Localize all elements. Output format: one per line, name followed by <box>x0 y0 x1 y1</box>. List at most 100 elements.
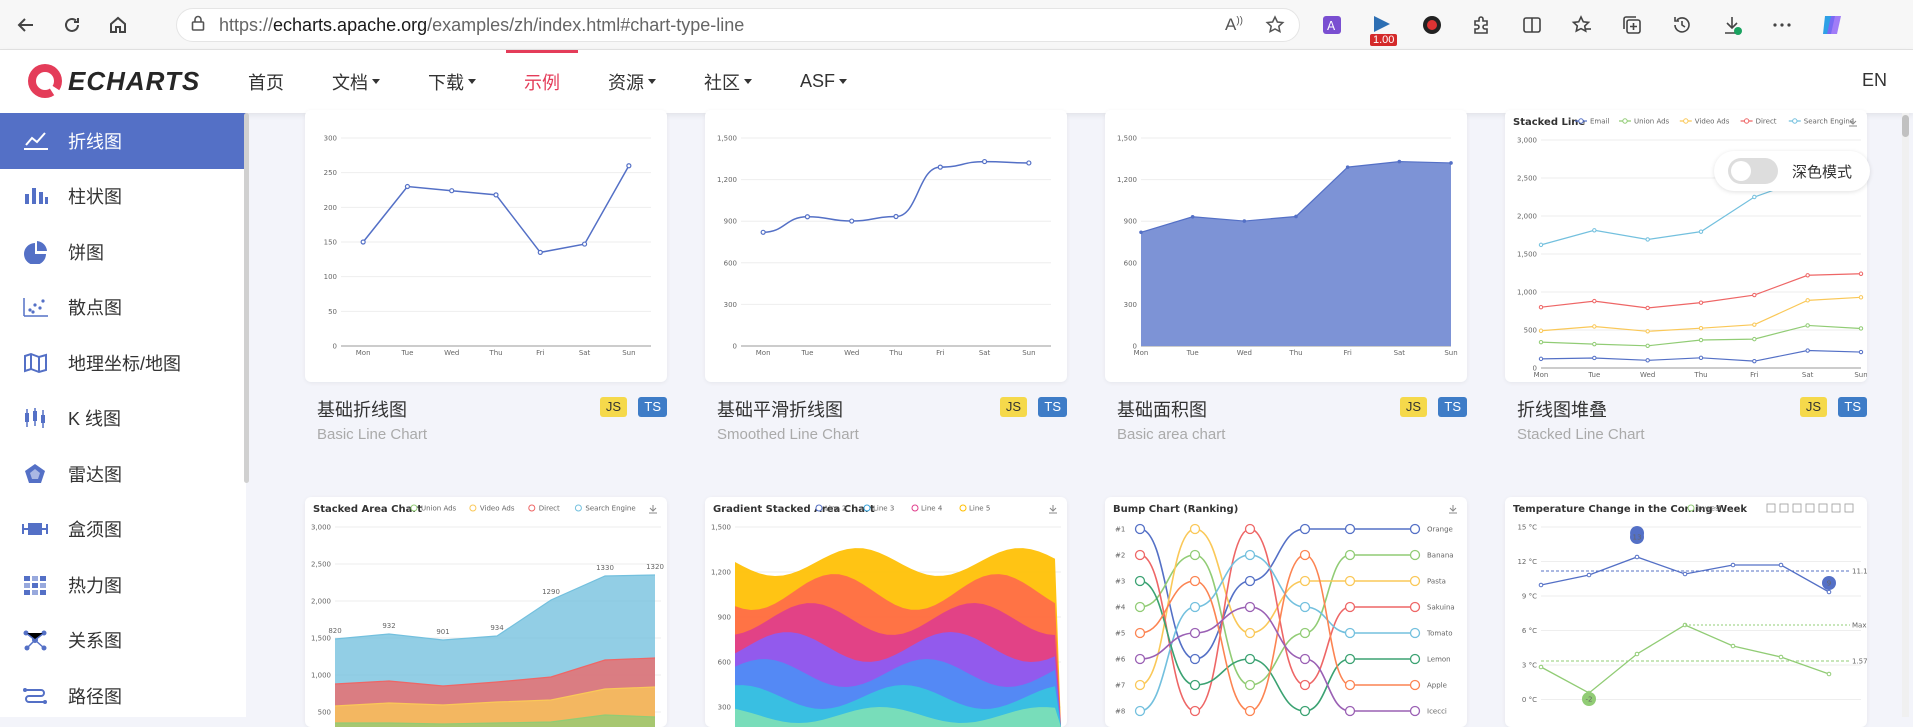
y-tick-label: 0 <box>333 343 337 351</box>
copilot-icon[interactable] <box>1816 8 1848 42</box>
data-label: 934 <box>490 624 504 632</box>
bump-point <box>1344 627 1356 639</box>
chart-card-smooth-line[interactable]: 1,500 1,200 900 600 300 0 Mon Tue Wed Thu Fri Sat Su… <box>705 110 1067 382</box>
chart-card-basic-area[interactable]: 1,500 1,200 900 600 300 0 Mon Tue Wed Thu Fri Sat Su… <box>1105 110 1467 382</box>
back-icon[interactable] <box>6 5 46 45</box>
downloads-icon[interactable] <box>1716 8 1748 42</box>
card-title[interactable]: 折线图堆叠 <box>1517 396 1607 422</box>
sidebar-item-3[interactable]: 散点图 <box>0 280 246 336</box>
address-bar[interactable]: https://echarts.apache.org/examples/zh/i… <box>176 8 1300 42</box>
sidebar-item-7[interactable]: 盒须图 <box>0 502 246 558</box>
translate-extension-icon[interactable]: A <box>1316 8 1348 42</box>
menu-item-2[interactable]: 下载 <box>410 50 494 113</box>
legend-marker <box>574 504 582 512</box>
video-speed-extension-icon[interactable]: 1.00 <box>1366 8 1398 46</box>
sidebar-item-label: 热力图 <box>68 575 122 596</box>
ts-tag[interactable]: TS <box>1438 397 1467 417</box>
data-point <box>1752 292 1757 298</box>
ts-tag[interactable]: TS <box>1038 397 1067 417</box>
sidebar-item-label: K 线图 <box>68 409 122 430</box>
bump-point <box>1134 653 1146 665</box>
sidebar-item-4[interactable]: 地理坐标/地图 <box>0 335 246 391</box>
history-icon[interactable] <box>1666 8 1698 42</box>
menu-item-4[interactable]: 资源 <box>590 50 674 113</box>
chart-title: Gradient Stacked Area Chart <box>713 504 875 515</box>
sidebar-scrollbar[interactable] <box>244 113 249 483</box>
x-tick-label: Tue <box>1587 371 1600 379</box>
chart-card-basic-line[interactable]: 300 250 200 150 100 50 0 Mon Tue Wed Thu Fri Sat Sun <box>305 110 667 382</box>
bump-point <box>1189 627 1201 639</box>
data-point <box>1586 572 1592 578</box>
favorites-icon[interactable] <box>1566 8 1598 42</box>
js-tag[interactable]: JS <box>1399 397 1427 417</box>
data-label: 1290 <box>542 588 560 596</box>
collections-icon[interactable] <box>1616 8 1648 42</box>
average-label: 1.57 <box>1852 658 1867 666</box>
echarts-logo[interactable]: ECHARTS <box>26 62 200 100</box>
js-tag[interactable]: JS <box>999 397 1027 417</box>
y-tick-label: 2,500 <box>311 561 331 569</box>
card-title[interactable]: 基础折线图 <box>317 396 407 422</box>
bump-end-label: Sakuina <box>1427 604 1455 612</box>
data-point <box>1449 161 1453 165</box>
x-tick-label: Sun <box>622 349 635 357</box>
x-tick-label: Mon <box>1534 371 1549 379</box>
sidebar-item-9[interactable]: 关系图 <box>0 613 246 669</box>
page-scrollbar[interactable] <box>1902 113 1909 717</box>
dark-mode-toggle[interactable]: 深色模式 <box>1714 151 1870 191</box>
sidebar-item-1[interactable]: 柱状图 <box>0 169 246 225</box>
data-point <box>1139 230 1143 235</box>
bump-point <box>1344 601 1356 613</box>
data-point <box>1592 228 1597 233</box>
extensions-puzzle-icon[interactable] <box>1466 8 1498 42</box>
bump-point <box>1244 549 1256 561</box>
data-point <box>1858 349 1864 355</box>
ts-tag[interactable]: TS <box>1838 397 1867 417</box>
menu-item-0[interactable]: 首页 <box>230 50 302 113</box>
home-icon[interactable] <box>98 5 138 45</box>
caret-down-icon <box>839 79 848 84</box>
data-point <box>537 249 543 255</box>
caret-down-icon <box>372 79 380 84</box>
graph-icon <box>22 627 52 653</box>
record-extension-icon[interactable] <box>1416 8 1448 42</box>
url-text: https://echarts.apache.org/examples/zh/i… <box>219 14 745 35</box>
chart-card-bump[interactable]: Bump Chart (Ranking) #1 #2 #3 #4 #5 #6 #7 #8 Oran… <box>1105 497 1467 727</box>
data-point <box>1345 165 1350 169</box>
sidebar-item-2[interactable]: 饼图 <box>0 224 246 280</box>
menu-item-5[interactable]: 社区 <box>686 50 770 113</box>
js-tag[interactable]: JS <box>1799 397 1827 417</box>
dark-mode-switch[interactable] <box>1728 158 1778 184</box>
chart-card-stacked-area[interactable]: Stacked Area Chart Union Ads Video Ads Dire… <box>305 497 667 727</box>
sidebar-item-6[interactable]: 雷达图 <box>0 446 246 502</box>
x-tick-label: Thu <box>1288 349 1302 357</box>
sidebar-item-0[interactable]: 折线图 <box>0 113 246 169</box>
more-menu-icon[interactable] <box>1766 8 1798 42</box>
caret-down-icon <box>648 79 656 84</box>
card-title[interactable]: 基础面积图 <box>1117 396 1207 422</box>
chart-card-temperature[interactable]: Temperature Change in the Coming Week Low… <box>1505 497 1867 727</box>
split-screen-icon[interactable] <box>1516 8 1548 42</box>
bump-point <box>1134 627 1146 639</box>
ts-tag[interactable]: TS <box>638 397 667 417</box>
refresh-icon[interactable] <box>52 5 92 45</box>
y-tick-label: 500 <box>1524 327 1537 335</box>
js-tag[interactable]: JS <box>599 397 627 417</box>
sidebar-item-10[interactable]: 路径图 <box>0 668 246 724</box>
bump-point <box>1299 549 1311 561</box>
data-point <box>937 164 943 170</box>
x-tick-label: Fri <box>1750 371 1758 379</box>
card-title[interactable]: 基础平滑折线图 <box>717 396 843 422</box>
sidebar-item-8[interactable]: 热力图 <box>0 557 246 613</box>
menu-item-6[interactable]: ASF <box>782 50 865 113</box>
bump-point <box>1409 705 1421 717</box>
language-switch[interactable]: EN <box>1862 70 1887 91</box>
menu-item-1[interactable]: 文档 <box>314 50 398 113</box>
sidebar-item-5[interactable]: K 线图 <box>0 391 246 447</box>
menu-item-3[interactable]: 示例 <box>506 50 578 113</box>
chart-card-gradient-stacked-area[interactable]: Gradient Stacked Area Chart Line 2 Line 3 L… <box>705 497 1067 727</box>
bump-point <box>1244 653 1256 665</box>
max-label: Max <box>1852 622 1866 630</box>
read-aloud-icon[interactable]: A)) <box>1225 15 1243 40</box>
favorite-star-icon[interactable] <box>1265 15 1285 40</box>
